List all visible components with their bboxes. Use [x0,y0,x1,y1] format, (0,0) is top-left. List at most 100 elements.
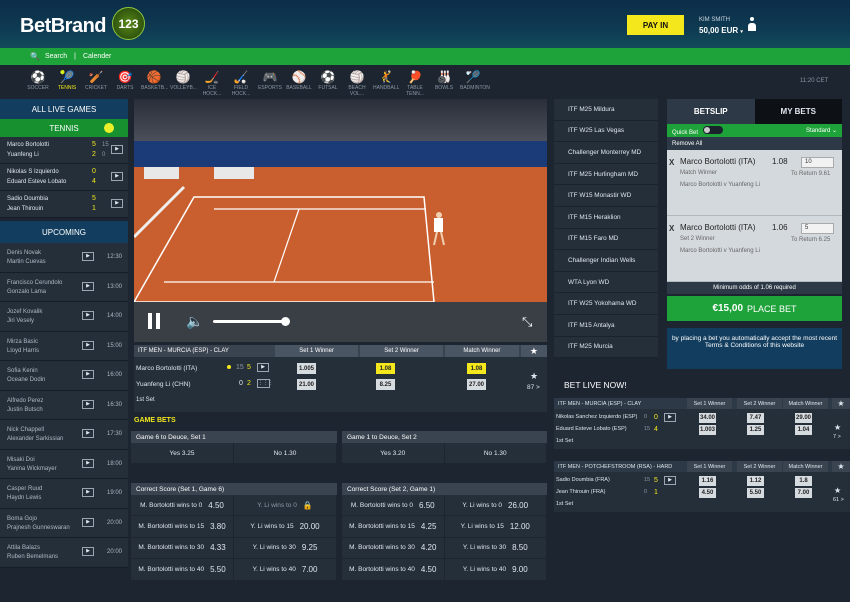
odds-cell[interactable]: M. Bortolotti wins to 15 4.25 [342,516,445,537]
odds-cell[interactable]: Y. Li wins to 30 9.25 [234,537,337,559]
star-icon[interactable]: ★ [834,423,841,432]
odds-yes[interactable]: Yes 3.20 [342,443,445,463]
more-markets-link[interactable]: 87 > [527,384,540,391]
sport-6[interactable]: 🏒 ICE HOCK... [199,69,225,97]
upcoming-match-row[interactable]: Jozef Kovalik Jiri Vesely ▶ 14:00 [0,302,128,332]
stake-input[interactable]: 5 [801,223,834,234]
tournament-item[interactable]: WTA Lyon WD [554,271,658,294]
upcoming-match-row[interactable]: Casper Ruud Haydn Lewis ▶ 19:00 [0,479,128,509]
tv-icon[interactable]: ▶ [82,547,94,556]
upcoming-match-row[interactable]: Mirza Basic Lloyd Harris ▶ 15:00 [0,331,128,361]
odds-cell[interactable]: M. Bortolotti wins to 30 4.33 [131,537,234,559]
tournament-item[interactable]: ITF M15 Antalya [554,314,658,337]
more-markets-link[interactable]: 61 > [833,497,844,503]
quick-bet-toggle[interactable] [703,125,724,134]
remove-selection-icon[interactable]: X [669,158,674,167]
live-odds[interactable]: 1.04 [795,425,812,435]
odds-cell[interactable]: Y. Li wins to 30 8.50 [445,537,547,559]
live-odds[interactable]: 29.00 [795,413,812,423]
live-odds[interactable]: 4.50 [699,488,716,498]
sport-13[interactable]: 🏓 TABLE TENN... [402,69,428,97]
odds-no[interactable]: No 1.30 [234,443,337,463]
upcoming-match-row[interactable]: Francisco Cerundolo Gonzalo Lama ▶ 13:00 [0,272,128,302]
tournament-item[interactable]: ITF M15 Faro MD [554,228,658,251]
sport-1[interactable]: 🎾 TENNIS [54,69,80,91]
sport-14[interactable]: 🎳 BOWLS [431,69,457,91]
star-icon[interactable]: ★ [834,486,841,495]
odds-cell[interactable]: M. Bortolotti wins to 30 4.20 [342,537,445,559]
volume-slider-handle[interactable] [281,317,290,326]
live-odds[interactable]: 7.47 [747,413,764,423]
odds-set1-p2[interactable]: 21.00 [297,379,316,390]
live-odds[interactable]: 1.8 [795,476,812,486]
odds-cell[interactable]: Y. Li wins to 0 26.00 [445,495,547,516]
fullscreen-exit-icon[interactable]: ⤡ [522,314,532,330]
balance[interactable]: 50,00 EUR ▾ [699,26,743,35]
more-markets-link[interactable]: 7 > [833,434,841,440]
live-odds[interactable]: 1.003 [699,425,716,435]
tv-icon[interactable]: ▶ [257,363,269,372]
stake-input[interactable]: 10 [801,157,834,168]
live-odds[interactable]: 1.12 [747,476,764,486]
tv-icon[interactable]: ▶ [82,399,94,409]
live-odds[interactable]: 1.16 [699,476,716,486]
upcoming-match-row[interactable]: Attila Balazs Ruben Bemelmans ▶ 20:00 [0,538,128,568]
sport-0[interactable]: ⚽ SOCCER [25,69,51,91]
tv-icon[interactable]: ▶ [111,199,123,208]
tv-icon[interactable]: ▶ [82,281,94,291]
tournament-item[interactable]: ITF M25 Hurlingham MD [554,163,658,186]
sport-12[interactable]: 🤾 HANDBALL [373,69,399,91]
brand-logo[interactable]: BetBrand [20,15,107,38]
volume-slider[interactable] [213,320,286,323]
calendar-link[interactable]: Calender [83,53,111,60]
tv-icon[interactable]: ▶ [82,429,94,438]
tv-icon[interactable]: ▶ [82,311,94,320]
sport-4[interactable]: 🏀 BASKETB... [141,69,168,91]
live-video-player[interactable]: 🔈 ⤡ [134,99,547,342]
tv-icon[interactable]: ▶ [111,145,123,154]
sport-2[interactable]: 🏏 CRICKET [83,69,109,91]
pause-icon[interactable] [148,313,160,329]
tab-betslip[interactable]: BETSLIP [667,99,755,124]
tournament-item[interactable]: ITF W15 Monastir WD [554,185,658,207]
upcoming-match-row[interactable]: Alfredo Perez Justin Butsch ▶ 16:30 [0,390,128,420]
star-icon[interactable]: ★ [832,461,850,472]
sport-9[interactable]: ⚾ BASEBALL [286,69,312,91]
odds-yes[interactable]: Yes 3.25 [131,443,234,463]
odds-no[interactable]: No 1.30 [445,443,547,463]
upcoming-match-row[interactable]: Misaki Doi Yanina Wickmayer ▶ 18:00 [0,449,128,479]
upcoming-match-row[interactable]: Nick Chappell Alexander Sarkissian ▶ 17:30 [0,420,128,450]
live-odds[interactable]: 5.50 [747,488,764,498]
sport-15[interactable]: 🏸 BADMINTON [460,69,490,91]
tournament-item[interactable]: ITF M25 Murcia [554,336,658,359]
upcoming-match-row[interactable]: Denis Novak Martin Cuevas ▶ 12:30 [0,243,128,273]
odds-match-p1[interactable]: 1.08 [467,363,486,374]
live-match-row[interactable]: Marco Bortolotti Yuanfeng Li 5 2 15 0 ▶ [0,137,128,164]
tennis-header[interactable]: TENNIS [0,119,128,137]
live-match-row[interactable]: Sadio Doumbia Jean Thirouin 5 1 ▶ [0,191,128,218]
odds-set1-p1[interactable]: 1.005 [297,363,316,374]
stats-icon[interactable]: ⋮⋮⋮ [257,379,273,388]
volume-icon[interactable]: 🔈 [186,313,203,330]
star-icon[interactable]: ★ [832,398,850,409]
pay-in-button[interactable]: PAY IN [627,15,684,35]
tournament-item[interactable]: ITF W25 Yokohama WD [554,293,658,315]
tv-icon[interactable]: ▶ [111,172,123,181]
tournament-item[interactable]: ITF W25 Las Vegas [554,120,658,143]
all-live-games-header[interactable]: ALL LIVE GAMES [0,99,128,119]
odds-cell[interactable]: M. Bortolotti wins to 0 4.50 [131,495,234,516]
place-bet-button[interactable]: €15,00 PLACE BET [667,296,842,321]
odds-cell[interactable]: M. Bortolotti wins to 15 3.80 [131,516,234,537]
odds-set2-p1[interactable]: 1.08 [376,363,395,374]
star-icon[interactable]: ★ [530,371,538,382]
live-odds[interactable]: 7.00 [795,488,812,498]
tv-icon[interactable]: ▶ [82,517,94,527]
live-odds[interactable]: 34.00 [699,413,716,423]
odds-cell[interactable]: M. Bortolotti wins to 40 4.50 [342,559,445,580]
upcoming-match-row[interactable]: Sofia Kenin Oceane Dodin ▶ 16:00 [0,361,128,391]
user-icon[interactable] [748,17,756,33]
upcoming-match-row[interactable]: Boma Gojo Prajnesh Gunneswaran ▶ 20:00 [0,508,128,538]
remove-selection-icon[interactable]: X [669,224,674,233]
tv-icon[interactable]: ▶ [82,340,94,350]
tournament-item[interactable]: ITF M25 Mildura [554,99,658,121]
